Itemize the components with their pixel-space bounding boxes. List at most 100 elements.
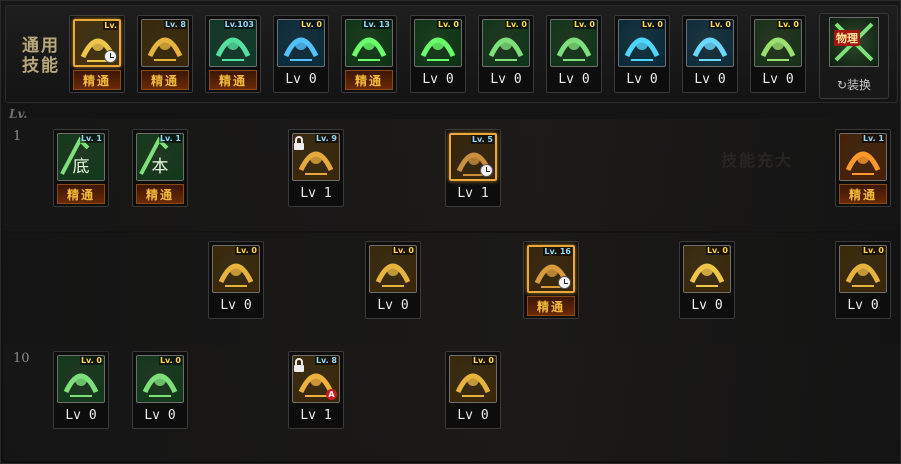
common-skill-8[interactable]: Lv. 0 Lv 0: [546, 15, 602, 93]
skill-level-tag: Lv. 0: [299, 20, 323, 29]
skill-level-label: Lv 0: [490, 72, 522, 87]
mastered-label: 精通: [839, 184, 887, 204]
skill-level-label: Lv 0: [762, 72, 794, 87]
skill-swap-button[interactable]: 物理 ↻装换: [819, 13, 889, 99]
skill-row-band: [3, 233, 900, 345]
row1-skill-2[interactable]: 本 Lv. 1 精通: [132, 129, 188, 207]
common-skill-11[interactable]: Lv. 0 Lv 0: [750, 15, 806, 93]
row1-skill-1[interactable]: 底 Lv. 1 精通: [53, 129, 109, 207]
svg-text:底: 底: [73, 157, 90, 177]
skill-level-label: Lv 0: [457, 408, 489, 423]
skill-icon: Lv. 0: [449, 355, 497, 403]
svg-text:本: 本: [152, 157, 169, 177]
skill-icon: Lv. 0: [839, 245, 887, 293]
skill-level-tag: Lv. 13: [362, 20, 391, 29]
row3-skill-1[interactable]: Lv. 0 Lv 0: [53, 351, 109, 429]
skill-level-label: Lv 0: [285, 72, 317, 87]
skill-level-tag: Lv. 8: [314, 356, 338, 365]
background-watermark: 技能充大: [721, 151, 794, 170]
skill-level-tag: Lv. 16: [543, 247, 572, 256]
common-skill-5[interactable]: Lv. 13 精通: [341, 15, 397, 93]
skill-level-tag: Lv. 0: [158, 356, 182, 365]
skill-icon: 底 Lv. 1: [57, 133, 105, 181]
skill-level-label: Lv 0: [694, 72, 726, 87]
skill-level-label: Lv 0: [220, 298, 252, 313]
skill-icon: Lv. 0: [57, 355, 105, 403]
row2-skill-5[interactable]: Lv. 0 Lv 0: [835, 241, 891, 319]
skill-level-label: Lv 0: [558, 72, 590, 87]
skill-level-label: Lv 1: [300, 408, 332, 423]
lock-icon: [294, 136, 304, 150]
skill-level-tag: Lv. 0: [391, 246, 415, 255]
common-skill-7[interactable]: Lv. 0 Lv 0: [478, 15, 534, 93]
skill-level-tag: Lv. 9: [314, 134, 338, 143]
common-skill-3[interactable]: Lv.103 精通: [205, 15, 261, 93]
common-skill-4[interactable]: Lv. 0 Lv 0: [273, 15, 329, 93]
clock-icon: [558, 276, 571, 289]
row1-skill-5[interactable]: Lv. 1 精通: [835, 129, 891, 207]
common-skills-label: 通用 技能: [22, 36, 60, 76]
skill-window: 通用 技能 Lv. 技能充大 1 10 物理 ↻装换 Lv. 精通 Lv. 8 精通…: [0, 0, 901, 464]
common-skill-6[interactable]: Lv. 0 Lv 0: [410, 15, 466, 93]
skill-level-tag: Lv. 0: [436, 20, 460, 29]
skill-level-tag: Lv. 0: [471, 356, 495, 365]
row1-skill-3[interactable]: Lv. 9 Lv 1: [288, 129, 344, 207]
skill-icon: Lv.103: [209, 19, 257, 67]
row3-skill-3[interactable]: Lv. 8 A Lv 1: [288, 351, 344, 429]
mastered-label: 精通: [73, 70, 121, 90]
mastered-label: 精通: [527, 296, 575, 316]
skill-level-label: Lv 1: [457, 186, 489, 201]
skill-icon: Lv. 0: [550, 19, 598, 67]
row-level-number: 10: [13, 351, 30, 366]
skill-level-tag: Lv. 0: [572, 20, 596, 29]
skill-level-tag: Lv.: [103, 21, 118, 30]
common-skill-2[interactable]: Lv. 8 精通: [137, 15, 193, 93]
skill-level-tag: Lv. 8: [163, 20, 187, 29]
skill-level-tag: Lv. 0: [234, 246, 258, 255]
row1-skill-4[interactable]: Lv. 5 Lv 1: [445, 129, 501, 207]
row2-skill-2[interactable]: Lv. 0 Lv 0: [365, 241, 421, 319]
row2-skill-4[interactable]: Lv. 0 Lv 0: [679, 241, 735, 319]
skill-icon: Lv. 1: [839, 133, 887, 181]
common-skill-10[interactable]: Lv. 0 Lv 0: [682, 15, 738, 93]
mastered-label: 精通: [57, 184, 105, 204]
common-skill-9[interactable]: Lv. 0 Lv 0: [614, 15, 670, 93]
row3-skill-4[interactable]: Lv. 0 Lv 0: [445, 351, 501, 429]
skill-level-tag: Lv. 0: [705, 246, 729, 255]
skill-icon: Lv. 0: [136, 355, 184, 403]
skill-icon: Lv. 0: [686, 19, 734, 67]
skill-icon: Lv. 0: [414, 19, 462, 67]
skill-level-tag: Lv. 1: [861, 134, 885, 143]
skill-level-tag: Lv. 0: [708, 20, 732, 29]
skill-level-label: Lv 1: [300, 186, 332, 201]
awakening-badge-icon: A: [326, 389, 337, 400]
mastered-label: 精通: [141, 70, 189, 90]
skill-level-label: Lv 0: [422, 72, 454, 87]
row2-skill-3[interactable]: Lv. 16 精通: [523, 241, 579, 319]
skill-level-label: Lv 0: [377, 298, 409, 313]
skill-level-tag: Lv. 0: [861, 246, 885, 255]
skill-icon: Lv. 0: [754, 19, 802, 67]
skill-icon: Lv. 8 A: [292, 355, 340, 403]
row-level-number: 1: [13, 129, 22, 144]
row2-skill-1[interactable]: Lv. 0 Lv 0: [208, 241, 264, 319]
skill-level-tag: Lv. 1: [79, 134, 103, 143]
skill-icon: Lv. 0: [369, 245, 417, 293]
row3-skill-2[interactable]: Lv. 0 Lv 0: [132, 351, 188, 429]
skill-level-label: Lv 0: [65, 408, 97, 423]
mastered-label: 精通: [136, 184, 184, 204]
skill-level-label: Lv 0: [144, 408, 176, 423]
skill-icon: Lv. 8: [141, 19, 189, 67]
skill-level-tag: Lv. 1: [158, 134, 182, 143]
lock-icon: [294, 358, 304, 372]
skill-level-label: Lv 0: [691, 298, 723, 313]
clock-icon: [480, 164, 493, 177]
skill-icon: Lv. 0: [277, 19, 325, 67]
skill-icon: 本 Lv. 1: [136, 133, 184, 181]
skill-icon: Lv. 5: [449, 133, 497, 181]
physical-swap-icon: 物理: [829, 17, 879, 67]
skill-icon: Lv.: [73, 19, 121, 67]
skill-icon: Lv. 13: [345, 19, 393, 67]
common-skill-1[interactable]: Lv. 精通: [69, 15, 125, 93]
skill-level-tag: Lv. 0: [79, 356, 103, 365]
